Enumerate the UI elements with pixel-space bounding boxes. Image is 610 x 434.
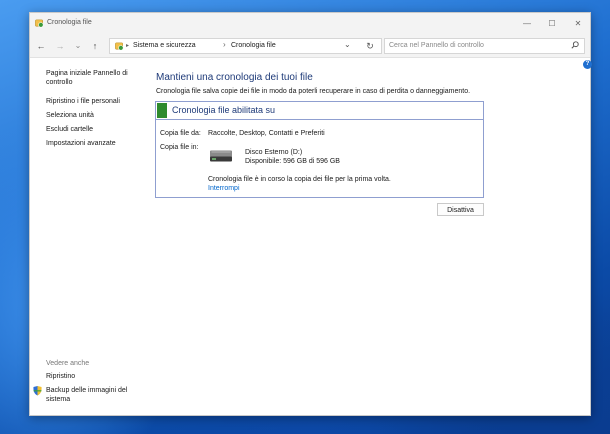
up-button[interactable]: ↑ xyxy=(88,39,102,53)
sidebar-item-restore-files[interactable]: Ripristino i file personali xyxy=(46,97,120,107)
recent-locations-button[interactable]: ⌄ xyxy=(71,39,85,53)
drive-name: Disco Esterno (D:) xyxy=(245,149,303,156)
search-field[interactable]: Cerca nel Pannello di controllo xyxy=(384,38,585,54)
breadcrumb-file-history[interactable]: Cronologia file xyxy=(231,42,276,49)
address-dropdown-icon[interactable]: ⌄ xyxy=(344,40,351,49)
control-panel-icon xyxy=(35,19,44,28)
window-title: Cronologia file xyxy=(47,19,92,26)
status-indicator xyxy=(157,103,167,118)
sidebar-item-select-drive[interactable]: Seleziona unità xyxy=(46,111,94,121)
title-bar: Cronologia file — ☐ ✕ xyxy=(30,13,590,35)
shield-icon xyxy=(33,386,42,396)
breadcrumb-system-security[interactable]: Sistema e sicurezza xyxy=(133,42,196,49)
forward-button[interactable]: → xyxy=(53,39,67,53)
copy-from-label: Copia file da: xyxy=(160,130,201,137)
stop-link[interactable]: Interrompi xyxy=(208,185,240,192)
copy-from-value: Raccolte, Desktop, Contatti e Preferiti xyxy=(208,130,325,137)
help-icon[interactable]: ? xyxy=(583,60,592,69)
page-title: Mantieni una cronologia dei tuoi file xyxy=(156,72,313,83)
search-input[interactable]: Cerca nel Pannello di controllo xyxy=(389,42,484,49)
copy-to-label: Copia file in: xyxy=(160,144,199,151)
refresh-button[interactable]: ↻ xyxy=(363,39,377,53)
breadcrumb-chevron-icon[interactable]: ▸ xyxy=(126,42,129,49)
file-history-window: Cronologia file — ☐ ✕ ← → ⌄ ↑ ▸ Sistema … xyxy=(29,12,592,416)
page-description: Cronologia file salva copie dei file in … xyxy=(156,88,471,95)
search-icon[interactable] xyxy=(571,41,579,49)
sidebar-item-exclude-folders[interactable]: Escludi cartelle xyxy=(46,125,93,135)
control-panel-icon xyxy=(115,42,124,51)
sidebar-item-advanced-settings[interactable]: Impostazioni avanzate xyxy=(46,139,116,149)
see-also-heading: Vedere anche xyxy=(46,360,90,367)
file-history-status-panel: Cronologia file abilitata su Copia file … xyxy=(155,101,484,198)
back-button[interactable]: ← xyxy=(34,39,48,53)
status-title: Cronologia file abilitata su xyxy=(172,105,276,115)
close-button[interactable]: ✕ xyxy=(571,17,585,31)
breadcrumb-separator: › xyxy=(223,40,226,49)
maximize-button[interactable]: ☐ xyxy=(545,17,559,31)
drive-available-space: Disponibile: 596 GB di 596 GB xyxy=(245,158,340,165)
control-panel-home-link-cont[interactable]: controllo xyxy=(46,78,72,88)
address-field[interactable]: ▸ Sistema e sicurezza › Cronologia file … xyxy=(109,38,382,54)
external-drive-icon xyxy=(210,150,232,162)
copy-progress-message: Cronologia file è in corso la copia dei … xyxy=(208,176,391,183)
status-header: Cronologia file abilitata su xyxy=(156,102,483,120)
minimize-button[interactable]: — xyxy=(520,17,534,31)
recovery-link[interactable]: Ripristino xyxy=(46,372,75,382)
system-image-backup-link-cont[interactable]: sistema xyxy=(46,395,70,405)
address-toolbar: ← → ⌄ ↑ ▸ Sistema e sicurezza › Cronolog… xyxy=(30,35,590,58)
disable-button[interactable]: Disattiva xyxy=(437,203,484,216)
